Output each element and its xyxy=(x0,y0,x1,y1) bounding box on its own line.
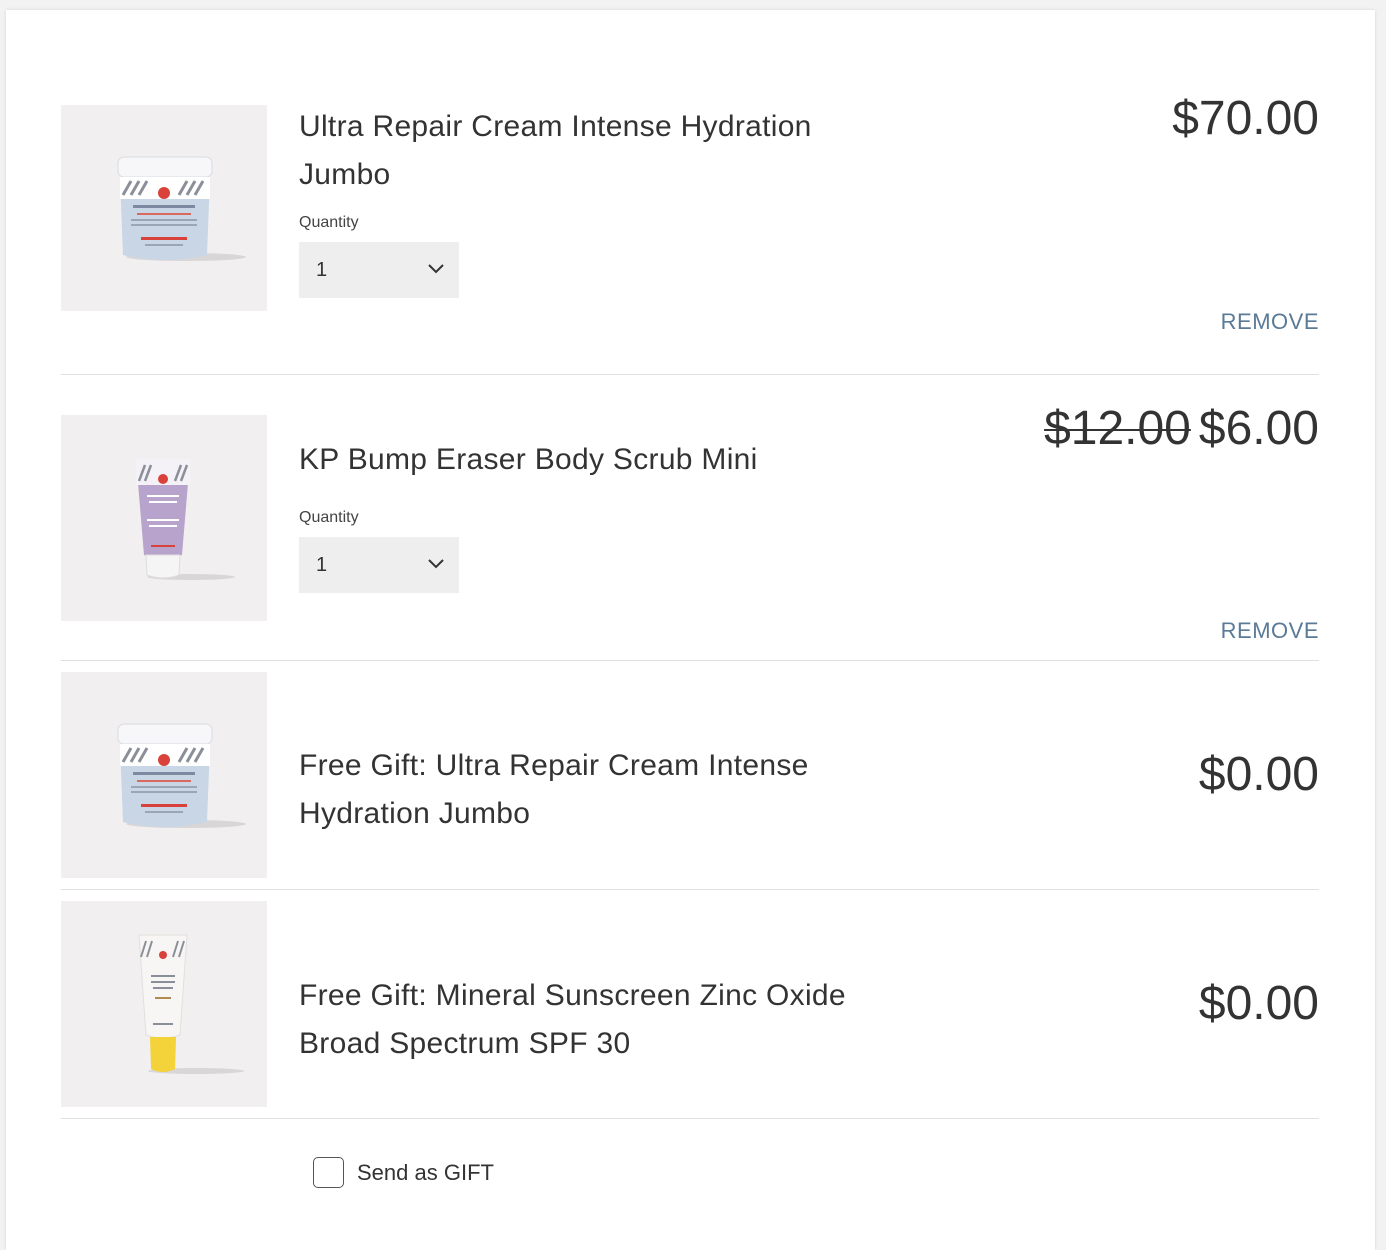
divider xyxy=(61,660,1319,661)
product-image[interactable] xyxy=(61,672,267,878)
product-name[interactable]: Ultra Repair Cream Intense Hydration Jum… xyxy=(299,103,879,199)
item-price: $0.00 xyxy=(1199,976,1319,1031)
product-name[interactable]: KP Bump Eraser Body Scrub Mini xyxy=(299,436,879,484)
original-price: $12.00 xyxy=(1044,402,1191,455)
send-as-gift-label[interactable]: Send as GIFT xyxy=(357,1160,494,1186)
send-as-gift-checkbox[interactable] xyxy=(313,1157,344,1188)
item-price: $70.00 xyxy=(1172,91,1319,146)
quantity-value: 1 xyxy=(316,259,328,281)
remove-button[interactable]: REMOVE xyxy=(1221,618,1319,644)
tube-product-image-icon xyxy=(136,459,235,580)
price-value: $70.00 xyxy=(1172,92,1319,145)
cart-panel: Ultra Repair Cream Intense Hydration Jum… xyxy=(6,10,1375,1250)
item-price: $0.00 xyxy=(1199,747,1319,802)
product-name[interactable]: Free Gift: Ultra Repair Cream Intense Hy… xyxy=(299,742,879,838)
cart-item: KP Bump Eraser Body Scrub Mini Quantity … xyxy=(61,402,1319,655)
product-image[interactable] xyxy=(61,105,267,311)
product-image[interactable] xyxy=(61,901,267,1107)
divider xyxy=(61,374,1319,375)
quantity-label: Quantity xyxy=(299,509,359,526)
product-image[interactable] xyxy=(61,415,267,621)
price-value: $0.00 xyxy=(1198,748,1319,801)
quantity-value: 1 xyxy=(316,554,328,576)
cart-item: Free Gift: Ultra Repair Cream Intense Hy… xyxy=(61,672,1319,878)
sunscreen-product-image-icon xyxy=(138,934,244,1074)
chevron-down-icon xyxy=(428,559,444,569)
jar-product-image-icon xyxy=(117,156,246,261)
quantity-select[interactable]: 1 xyxy=(299,242,459,298)
quantity-label: Quantity xyxy=(299,214,359,231)
remove-button[interactable]: REMOVE xyxy=(1221,309,1319,335)
item-price: $12.00 $6.00 xyxy=(1044,401,1319,456)
sale-price: $6.00 xyxy=(1198,402,1319,455)
quantity-select[interactable]: 1 xyxy=(299,537,459,593)
cart-item: Ultra Repair Cream Intense Hydration Jum… xyxy=(61,92,1319,345)
cart-item: Free Gift: Mineral Sunscreen Zinc Oxide … xyxy=(61,901,1319,1107)
jar-product-image-icon xyxy=(117,723,246,828)
product-name[interactable]: Free Gift: Mineral Sunscreen Zinc Oxide … xyxy=(299,972,879,1068)
divider xyxy=(61,1118,1319,1119)
chevron-down-icon xyxy=(428,264,444,274)
price-value: $0.00 xyxy=(1198,977,1319,1030)
divider xyxy=(61,889,1319,890)
